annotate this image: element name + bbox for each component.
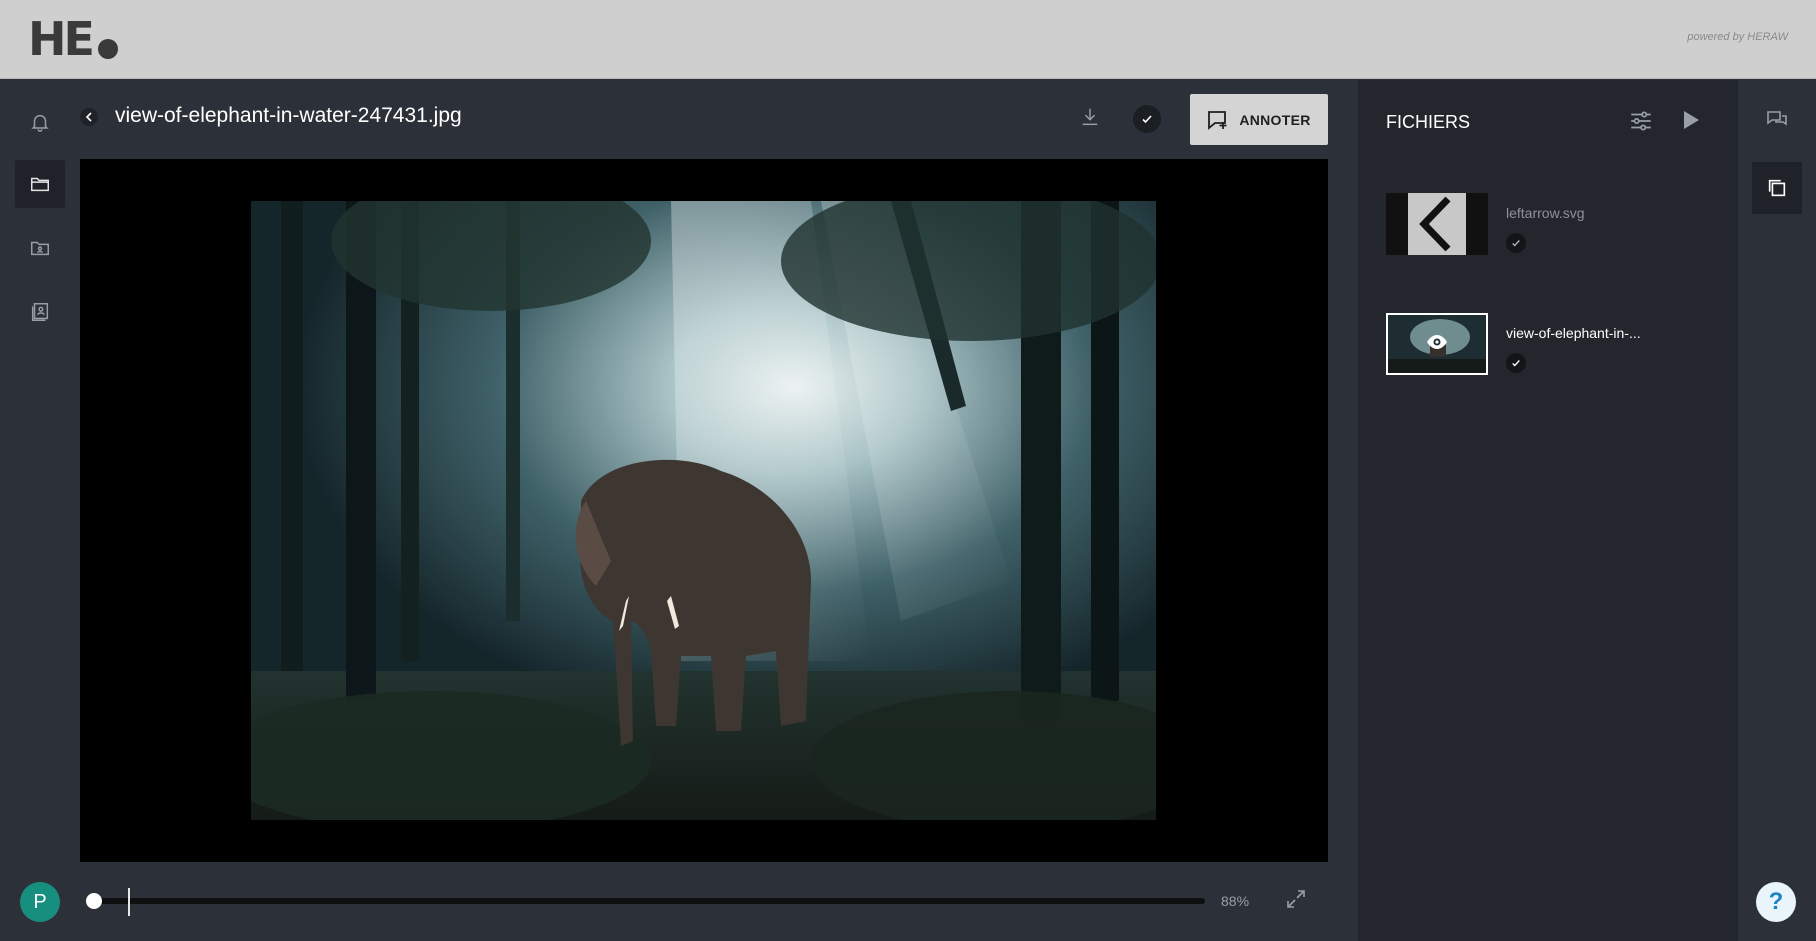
timeline-cursor[interactable]	[128, 888, 130, 916]
top-header: HE powered by HERAW	[0, 0, 1816, 79]
expand-icon	[1287, 890, 1305, 908]
contacts-book-icon	[31, 303, 49, 321]
logo-dot	[97, 39, 118, 59]
file-item[interactable]: view-of-elephant-in-...	[1386, 313, 1716, 377]
sliders-icon	[1631, 111, 1651, 131]
eye-icon	[1427, 335, 1447, 349]
viewer-toolbar: view-of-elephant-in-water-247431.jpg ANN…	[80, 80, 1328, 158]
media-viewer[interactable]	[80, 159, 1328, 862]
download-icon	[1082, 108, 1098, 126]
download-button[interactable]	[1075, 102, 1105, 132]
check-icon	[1142, 115, 1152, 124]
chevron-left-icon	[85, 112, 92, 122]
notifications-button[interactable]	[15, 98, 65, 146]
zoom-level[interactable]: 88%	[1221, 893, 1249, 909]
annotate-label: ANNOTER	[1239, 111, 1311, 128]
heraw-logo[interactable]: HE	[28, 12, 118, 66]
play-icon	[1684, 111, 1699, 129]
file-item[interactable]: leftarrow.svg	[1386, 193, 1716, 257]
file-name: view-of-elephant-in-...	[1506, 325, 1641, 341]
timeline-handle[interactable]	[86, 893, 102, 909]
file-title: view-of-elephant-in-water-247431.jpg	[115, 104, 462, 127]
shared-folder-button[interactable]	[15, 224, 65, 272]
layers-icon	[1768, 179, 1786, 197]
comments-button[interactable]	[1752, 94, 1802, 146]
powered-by-label: powered by HERAW	[1687, 31, 1788, 43]
elephant-photo	[251, 201, 1156, 820]
validate-button[interactable]	[1133, 105, 1161, 133]
files-layers-button[interactable]	[1752, 162, 1802, 214]
file-thumbnail	[1386, 313, 1488, 375]
fullscreen-button[interactable]	[1284, 887, 1308, 911]
left-arrow-icon	[1419, 196, 1451, 252]
comments-icon	[1767, 111, 1787, 126]
file-thumbnail	[1386, 193, 1488, 255]
back-button[interactable]	[80, 108, 98, 126]
shared-folder-icon	[31, 241, 49, 256]
folder-icon	[31, 177, 49, 192]
add-comment-icon	[1208, 110, 1227, 130]
contacts-button[interactable]	[15, 288, 65, 336]
help-button[interactable]: ?	[1756, 882, 1796, 922]
file-validated-badge	[1506, 353, 1526, 373]
annotate-button[interactable]: ANNOTER	[1190, 94, 1328, 145]
right-sidebar	[1738, 80, 1816, 941]
check-icon	[1512, 360, 1520, 367]
logo-text: HE	[28, 12, 95, 66]
file-validated-badge	[1506, 233, 1526, 253]
user-avatar[interactable]: P	[20, 882, 60, 922]
timeline-track[interactable]	[95, 898, 1205, 904]
play-button[interactable]	[1680, 108, 1704, 134]
check-icon	[1512, 240, 1520, 247]
files-panel-title: FICHIERS	[1386, 112, 1471, 132]
files-button[interactable]	[15, 160, 65, 208]
filter-settings-button[interactable]	[1628, 108, 1654, 134]
left-sidebar	[0, 80, 80, 941]
file-name: leftarrow.svg	[1506, 205, 1585, 221]
bell-icon	[31, 114, 49, 132]
files-panel: FICHIERS leftarrow.svg view-of-elephant-…	[1358, 80, 1738, 941]
